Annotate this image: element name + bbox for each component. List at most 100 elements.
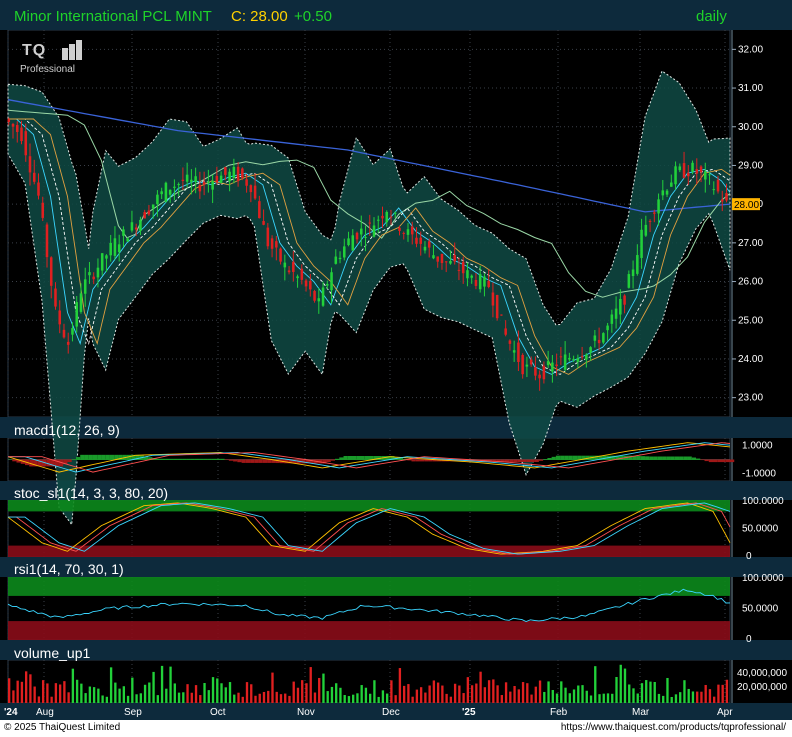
candle-body [665, 190, 669, 195]
macd-histogram-bar [713, 459, 718, 463]
volume-bar [623, 668, 627, 703]
macd-histogram-bar [211, 458, 217, 460]
volume-bar [330, 686, 334, 703]
candle-body [419, 237, 423, 244]
candle-body [41, 202, 45, 218]
macd-histogram-bar [203, 458, 208, 460]
candle-body [568, 357, 571, 360]
candle-body [483, 276, 486, 287]
candle-body [631, 269, 635, 277]
volume-bar [67, 692, 70, 703]
macd-histogram-bar [551, 456, 556, 460]
macd-histogram-bar [670, 456, 675, 460]
volume-bar [645, 680, 648, 703]
candle-body [610, 314, 614, 324]
volume-bar [564, 687, 567, 703]
candle-body [580, 356, 584, 358]
candle-body [37, 182, 40, 196]
volume-bar [679, 692, 682, 703]
candle-body [453, 255, 456, 262]
candle-body [309, 281, 312, 290]
volume-bar [177, 692, 181, 703]
volume-bar [262, 691, 266, 703]
candle-body [521, 354, 524, 375]
candle-body [330, 272, 333, 291]
volume-bar [445, 693, 448, 703]
candle-body [644, 224, 648, 236]
volume-bar [577, 685, 580, 703]
logo-bar [76, 40, 82, 60]
candle-body [351, 235, 355, 251]
candle-body [32, 172, 36, 182]
macd-histogram-bar [653, 456, 658, 460]
volume-bar [725, 679, 729, 703]
volume-bar [326, 691, 329, 703]
macd-histogram-bar [674, 456, 680, 460]
candle-body [270, 238, 274, 249]
volume-bar [105, 696, 109, 703]
candle-body [292, 261, 295, 272]
candle-body [555, 364, 558, 366]
rsi-tick-label: 0 [746, 634, 752, 645]
volume-bar [228, 682, 232, 703]
volume-bar [436, 682, 440, 703]
rsi-tick-label: 100.0000 [742, 573, 784, 584]
candle-body [109, 242, 112, 256]
volume-bar [419, 687, 423, 703]
candle-body [381, 215, 384, 219]
footer-url[interactable]: https://www.thaiquest.com/products/tqpro… [561, 722, 786, 733]
candle-body [207, 181, 210, 183]
logo-bar [69, 44, 75, 60]
volume-bar [169, 666, 172, 703]
candle-body [211, 181, 214, 190]
candle-body [406, 229, 410, 235]
candle-body [300, 268, 304, 280]
candle-body [66, 341, 70, 345]
macd-histogram-bar [538, 459, 544, 461]
candle-body [49, 257, 53, 286]
candle-body [253, 185, 257, 199]
macd-histogram-bar [513, 459, 518, 462]
macd-histogram-bar [339, 457, 344, 460]
rsi-oversold-zone [8, 621, 730, 640]
candle-body [585, 354, 588, 360]
volume-bar [279, 694, 283, 703]
macd-histogram-bar [364, 456, 369, 460]
volume-tick-label: 20,000,000 [737, 682, 787, 693]
volume-bar [16, 680, 19, 703]
candle-body [177, 184, 180, 186]
candle-body [79, 293, 83, 312]
volume-bar [551, 690, 554, 703]
candle-body [219, 175, 223, 183]
macd-histogram-bar [679, 456, 684, 460]
candle-body [393, 212, 397, 214]
macd-histogram-bar [12, 459, 17, 462]
macd-histogram-bar [526, 459, 531, 462]
date-tick-label: Nov [297, 707, 315, 718]
candle-body [474, 279, 478, 286]
candle-body [623, 295, 626, 305]
volume-bar [8, 678, 11, 703]
macd-histogram-bar [708, 459, 714, 463]
candle-body [619, 298, 622, 315]
volume-bar [411, 696, 414, 703]
volume-bar [71, 668, 75, 703]
volume-bar [305, 683, 308, 703]
macd-histogram-bar [194, 458, 200, 460]
volume-bar [190, 692, 193, 703]
candle-body [262, 221, 265, 225]
candle-body [678, 166, 682, 171]
candle-body [449, 261, 452, 264]
volume-bar [483, 687, 487, 703]
volume-bar [377, 696, 380, 703]
candle-body [359, 228, 363, 235]
macd-histogram-bar [237, 459, 242, 463]
volume-bar [131, 677, 134, 703]
volume-bar [84, 693, 87, 703]
last-price-label: 28.00 [734, 200, 759, 211]
volume-bar [109, 667, 113, 703]
date-tick-label: Apr [717, 707, 733, 718]
macd-histogram-bar [662, 456, 667, 460]
volume-bar [173, 683, 176, 703]
volume-bar [568, 693, 571, 703]
